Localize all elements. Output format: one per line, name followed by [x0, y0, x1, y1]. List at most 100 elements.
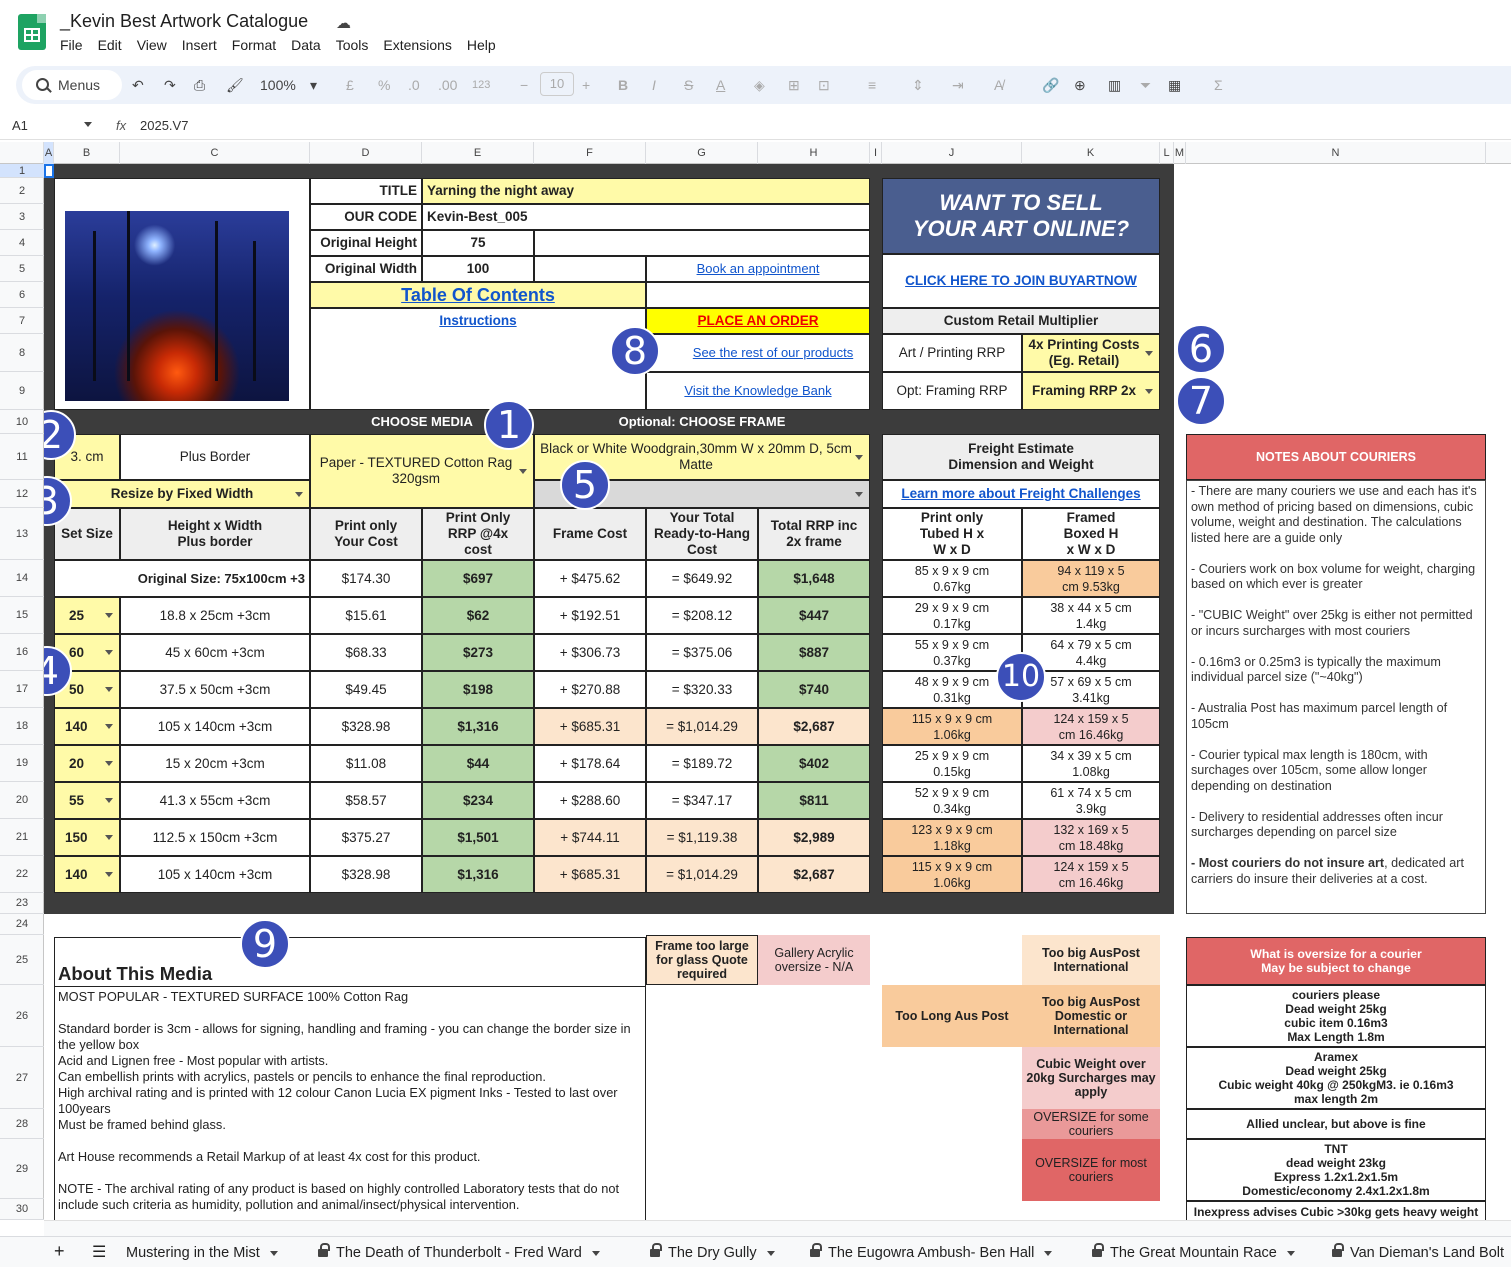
sheet-tab[interactable]: Mustering in the Mist [126, 1245, 278, 1261]
link-icon[interactable]: 🔗 [1042, 74, 1059, 96]
text-color-icon[interactable]: A [716, 74, 725, 96]
join-buyartnow-link[interactable]: CLICK HERE TO JOIN BUYARTNOW [882, 254, 1160, 308]
instructions-link[interactable]: Instructions [439, 313, 516, 329]
column-header[interactable]: N [1186, 142, 1486, 164]
place-order-link[interactable]: PLACE AN ORDER [646, 308, 870, 334]
row-header[interactable]: 27 [0, 1047, 44, 1109]
chevron-down-icon[interactable] [105, 798, 113, 803]
menu-extensions[interactable]: Extensions [383, 37, 451, 53]
sheet-tab[interactable]: The Dry Gully [650, 1243, 775, 1261]
font-size-input[interactable]: 10 [540, 72, 574, 96]
borders-icon[interactable]: ⊞ [788, 74, 800, 96]
book-appointment-link[interactable]: Book an appointment [646, 256, 870, 282]
selected-cell-a1[interactable] [44, 164, 54, 178]
select-all-corner[interactable] [0, 142, 44, 164]
row-header[interactable]: 4 [0, 230, 44, 256]
chevron-down-icon[interactable] [1145, 389, 1153, 394]
row-header[interactable]: 20 [0, 782, 44, 819]
undo-icon[interactable]: ↶ [132, 74, 144, 96]
set-size-dropdown[interactable]: 150 [54, 819, 120, 856]
italic-icon[interactable]: I [652, 74, 656, 96]
chevron-down-icon[interactable] [295, 492, 303, 497]
column-header[interactable]: D [310, 142, 422, 164]
row-header[interactable]: 3 [0, 204, 44, 230]
row-header[interactable]: 28 [0, 1109, 44, 1139]
search-menus-button[interactable]: Menus [22, 70, 122, 100]
increase-decimal-button[interactable]: .00 [438, 74, 457, 96]
row-header[interactable]: 8 [0, 334, 44, 372]
horizontal-scrollbar[interactable] [44, 1220, 1511, 1236]
framing-rrp-dropdown[interactable]: Framing RRP 2x [1022, 372, 1160, 410]
row-header[interactable]: 14 [0, 560, 44, 597]
chevron-down-icon[interactable] [1145, 351, 1153, 356]
set-size-dropdown[interactable]: 140 [54, 856, 120, 893]
set-size-dropdown[interactable]: 25 [54, 597, 120, 634]
resize-dropdown[interactable]: Resize by Fixed Width [54, 480, 310, 508]
row-header[interactable]: 1 [0, 164, 44, 178]
row-header[interactable]: 29 [0, 1139, 44, 1199]
column-header[interactable]: J [882, 142, 1022, 164]
sheet-tab[interactable]: The Great Mountain Race [1092, 1243, 1295, 1261]
all-sheets-icon[interactable]: ☰ [92, 1242, 106, 1262]
menu-tools[interactable]: Tools [336, 37, 369, 53]
column-header[interactable]: A [44, 142, 54, 164]
chevron-down-icon[interactable] [855, 455, 863, 460]
comment-icon[interactable]: ⊕ [1074, 74, 1086, 96]
chevron-down-icon[interactable] [1044, 1250, 1053, 1256]
add-sheet-icon[interactable]: + [54, 1241, 65, 1262]
promo-banner[interactable]: WANT TO SELL YOUR ART ONLINE? [882, 178, 1160, 254]
set-size-dropdown[interactable]: 20 [54, 745, 120, 782]
column-header[interactable]: H [758, 142, 870, 164]
currency-button[interactable]: £ [346, 74, 354, 96]
row-header[interactable]: 9 [0, 372, 44, 410]
column-header[interactable]: L [1160, 142, 1174, 164]
strikethrough-icon[interactable]: S [684, 74, 693, 96]
row-header[interactable]: 30 [0, 1199, 44, 1220]
chevron-down-icon[interactable] [519, 469, 527, 474]
column-header[interactable]: B [54, 142, 120, 164]
menu-format[interactable]: Format [232, 37, 276, 53]
row-header[interactable]: 10 [0, 410, 44, 434]
row-header[interactable]: 19 [0, 745, 44, 782]
name-box[interactable]: A1 [12, 118, 28, 133]
width-value[interactable]: 100 [422, 256, 534, 282]
row-header[interactable]: 18 [0, 708, 44, 745]
chevron-down-icon[interactable] [1286, 1250, 1295, 1256]
chevron-down-icon[interactable] [855, 492, 863, 497]
menu-view[interactable]: View [137, 37, 167, 53]
chevron-down-icon[interactable] [105, 872, 113, 877]
menu-file[interactable]: File [60, 37, 83, 53]
row-header[interactable]: 15 [0, 597, 44, 634]
sheet-grid[interactable]: TITLE Yarning the night away OUR CODE Ke… [44, 164, 1511, 1220]
menu-help[interactable]: Help [467, 37, 496, 53]
merge-cells-icon[interactable]: ⊡ [818, 74, 830, 96]
column-header[interactable]: M [1174, 142, 1186, 164]
menu-insert[interactable]: Insert [182, 37, 217, 53]
fill-color-icon[interactable]: ◈ [754, 74, 765, 96]
art-rrp-dropdown[interactable]: 4x Printing Costs (Eg. Retail) [1022, 334, 1160, 372]
row-header[interactable]: 2 [0, 178, 44, 204]
column-header[interactable]: C [120, 142, 310, 164]
percent-button[interactable]: % [378, 74, 390, 96]
row-header[interactable]: 26 [0, 985, 44, 1047]
row-header[interactable]: 11 [0, 434, 44, 480]
vertical-align-icon[interactable]: ⇕ [912, 74, 924, 96]
formula-input[interactable]: 2025.V7 [140, 118, 188, 133]
text-rotation-icon[interactable]: A̸ [994, 74, 1003, 96]
row-header[interactable]: 6 [0, 282, 44, 308]
row-header[interactable]: 5 [0, 256, 44, 282]
align-icon[interactable]: ≡ [868, 74, 876, 96]
chevron-down-icon[interactable] [105, 613, 113, 618]
functions-icon[interactable]: Σ [1214, 74, 1223, 96]
column-header[interactable]: I [870, 142, 882, 164]
knowledge-bank-link[interactable]: Visit the Knowledge Bank [646, 372, 870, 410]
column-header[interactable]: E [422, 142, 534, 164]
title-value[interactable]: Yarning the night away [422, 178, 870, 204]
chevron-down-icon[interactable] [105, 650, 113, 655]
chevron-down-icon[interactable]: ▾ [310, 74, 317, 96]
menu-edit[interactable]: Edit [98, 37, 122, 53]
chevron-down-icon[interactable] [105, 761, 113, 766]
column-header[interactable]: K [1022, 142, 1160, 164]
row-header[interactable]: 24 [0, 914, 44, 935]
row-header[interactable]: 22 [0, 856, 44, 893]
